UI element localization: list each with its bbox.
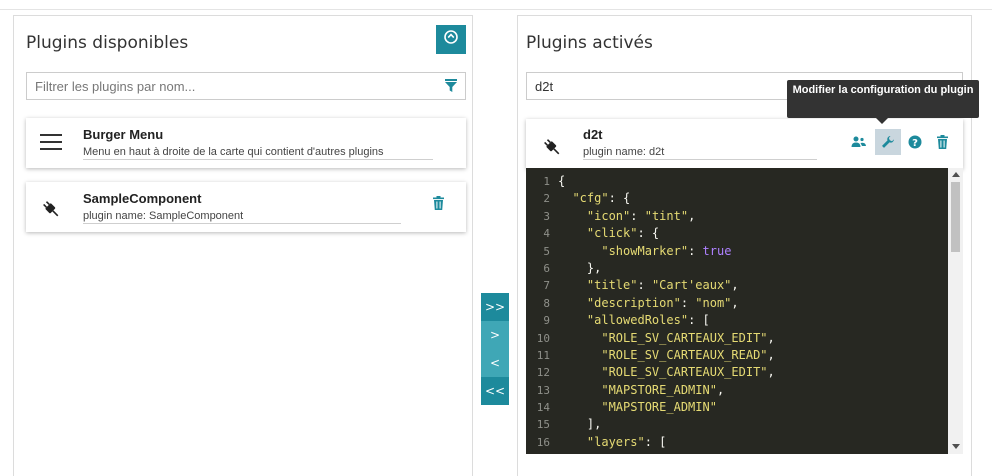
- plugin-config-editor[interactable]: 1 {2 "cfg": { 3 "icon": "tint", 4 "click": …: [526, 168, 963, 454]
- plugin-card-d2t[interactable]: d2t plugin name: d2t ?: [526, 119, 963, 169]
- help-icon[interactable]: ?: [902, 129, 928, 155]
- plug-icon: [39, 197, 61, 224]
- filter-icon[interactable]: [445, 79, 457, 98]
- line-number: 12: [536, 366, 550, 380]
- code-text[interactable]: "MAPSTORE_ADMIN",: [558, 382, 724, 399]
- filter-placeholder[interactable]: Filtrer les plugins par nom...: [35, 79, 195, 94]
- plugin-card-samplecomponent[interactable]: SampleComponent plugin name: SampleCompo…: [26, 182, 466, 232]
- line-number: 8: [543, 296, 550, 310]
- code-text[interactable]: {: [558, 173, 565, 190]
- code-text[interactable]: },: [558, 260, 601, 277]
- line-number: 14: [536, 401, 550, 415]
- wrench-icon[interactable]: [875, 129, 901, 155]
- available-plugins-panel: Plugins disponibles Filtrer les plugins …: [13, 15, 473, 476]
- line-number: 5: [543, 244, 550, 258]
- plugin-card-burger-menu[interactable]: Burger Menu Menu en haut à droite de la …: [26, 118, 466, 168]
- transfer-buttons: >> > < <<: [481, 293, 509, 405]
- line-number: 6: [543, 261, 550, 275]
- add-all-button[interactable]: >>: [481, 293, 509, 321]
- plugin-description: Menu en haut à droite de la carte qui co…: [83, 146, 433, 160]
- scroll-thumb[interactable]: [951, 182, 960, 252]
- plugin-title: SampleComponent: [83, 191, 202, 206]
- line-number: 10: [536, 331, 550, 345]
- line-number: 2: [543, 192, 550, 206]
- code-text[interactable]: "showMarker": true: [558, 243, 731, 260]
- code-text[interactable]: "layers": [: [558, 434, 666, 451]
- add-selected-button[interactable]: >: [481, 321, 509, 349]
- line-number: 3: [543, 209, 550, 223]
- line-number: 1: [543, 175, 550, 188]
- remove-all-button[interactable]: <<: [481, 377, 509, 405]
- tooltip: Modifier la configuration du plugin: [787, 80, 979, 118]
- plugin-description: plugin name: d2t: [583, 146, 817, 160]
- editor-scrollbar[interactable]: [948, 168, 963, 454]
- plugin-title: Burger Menu: [83, 127, 164, 142]
- trash-icon[interactable]: [433, 196, 444, 215]
- code-text[interactable]: "cfg": {: [558, 190, 630, 207]
- line-number: 4: [543, 227, 550, 241]
- line-number: 9: [543, 314, 550, 328]
- line-number: 16: [536, 435, 550, 449]
- svg-text:?: ?: [912, 138, 918, 149]
- hamburger-icon: [40, 134, 62, 155]
- plugin-actions: ?: [846, 129, 956, 157]
- export-button[interactable]: [436, 25, 466, 54]
- scroll-up-arrow[interactable]: [952, 172, 960, 177]
- line-number: 17: [526, 451, 550, 454]
- plug-icon: [540, 135, 562, 162]
- code-text[interactable]: "icon": "tint",: [558, 208, 695, 225]
- available-plugins-filter[interactable]: Filtrer les plugins par nom...: [26, 72, 466, 100]
- users-icon[interactable]: [846, 129, 872, 155]
- available-plugins-title: Plugins disponibles: [26, 33, 189, 53]
- line-number: 15: [536, 418, 550, 432]
- arrow-up-circle-icon: [444, 30, 458, 49]
- trash-icon[interactable]: [929, 129, 955, 155]
- tooltip-arrow: [876, 118, 888, 124]
- code-text[interactable]: "click": {: [558, 225, 659, 242]
- code-text[interactable]: "ROLE_SV_CARTEAUX_READ",: [558, 347, 774, 364]
- code-text[interactable]: ],: [558, 416, 601, 433]
- code-text[interactable]: "ROLE_SV_CARTEAUX_EDIT",: [558, 364, 774, 381]
- code-text[interactable]: "MAPSTORE_ADMIN": [558, 399, 717, 416]
- remove-selected-button[interactable]: <: [481, 349, 509, 377]
- line-number: 11: [536, 348, 550, 362]
- plugin-title: d2t: [583, 127, 603, 142]
- line-number: 7: [543, 279, 550, 293]
- scroll-down-arrow[interactable]: [952, 444, 960, 449]
- plugin-description: plugin name: SampleComponent: [83, 210, 401, 224]
- code-text[interactable]: "ROLE_SV_CARTEAUX_EDIT",: [558, 330, 774, 347]
- code-text[interactable]: "allowedRoles": [: [558, 312, 710, 329]
- filter-value[interactable]: d2t: [535, 79, 553, 94]
- top-divider: [0, 9, 992, 10]
- line-number: 13: [536, 383, 550, 397]
- code-text[interactable]: "title": "Cart'eaux",: [558, 277, 739, 294]
- enabled-plugins-title: Plugins activés: [526, 33, 653, 53]
- code-text[interactable]: "description": "nom",: [558, 295, 739, 312]
